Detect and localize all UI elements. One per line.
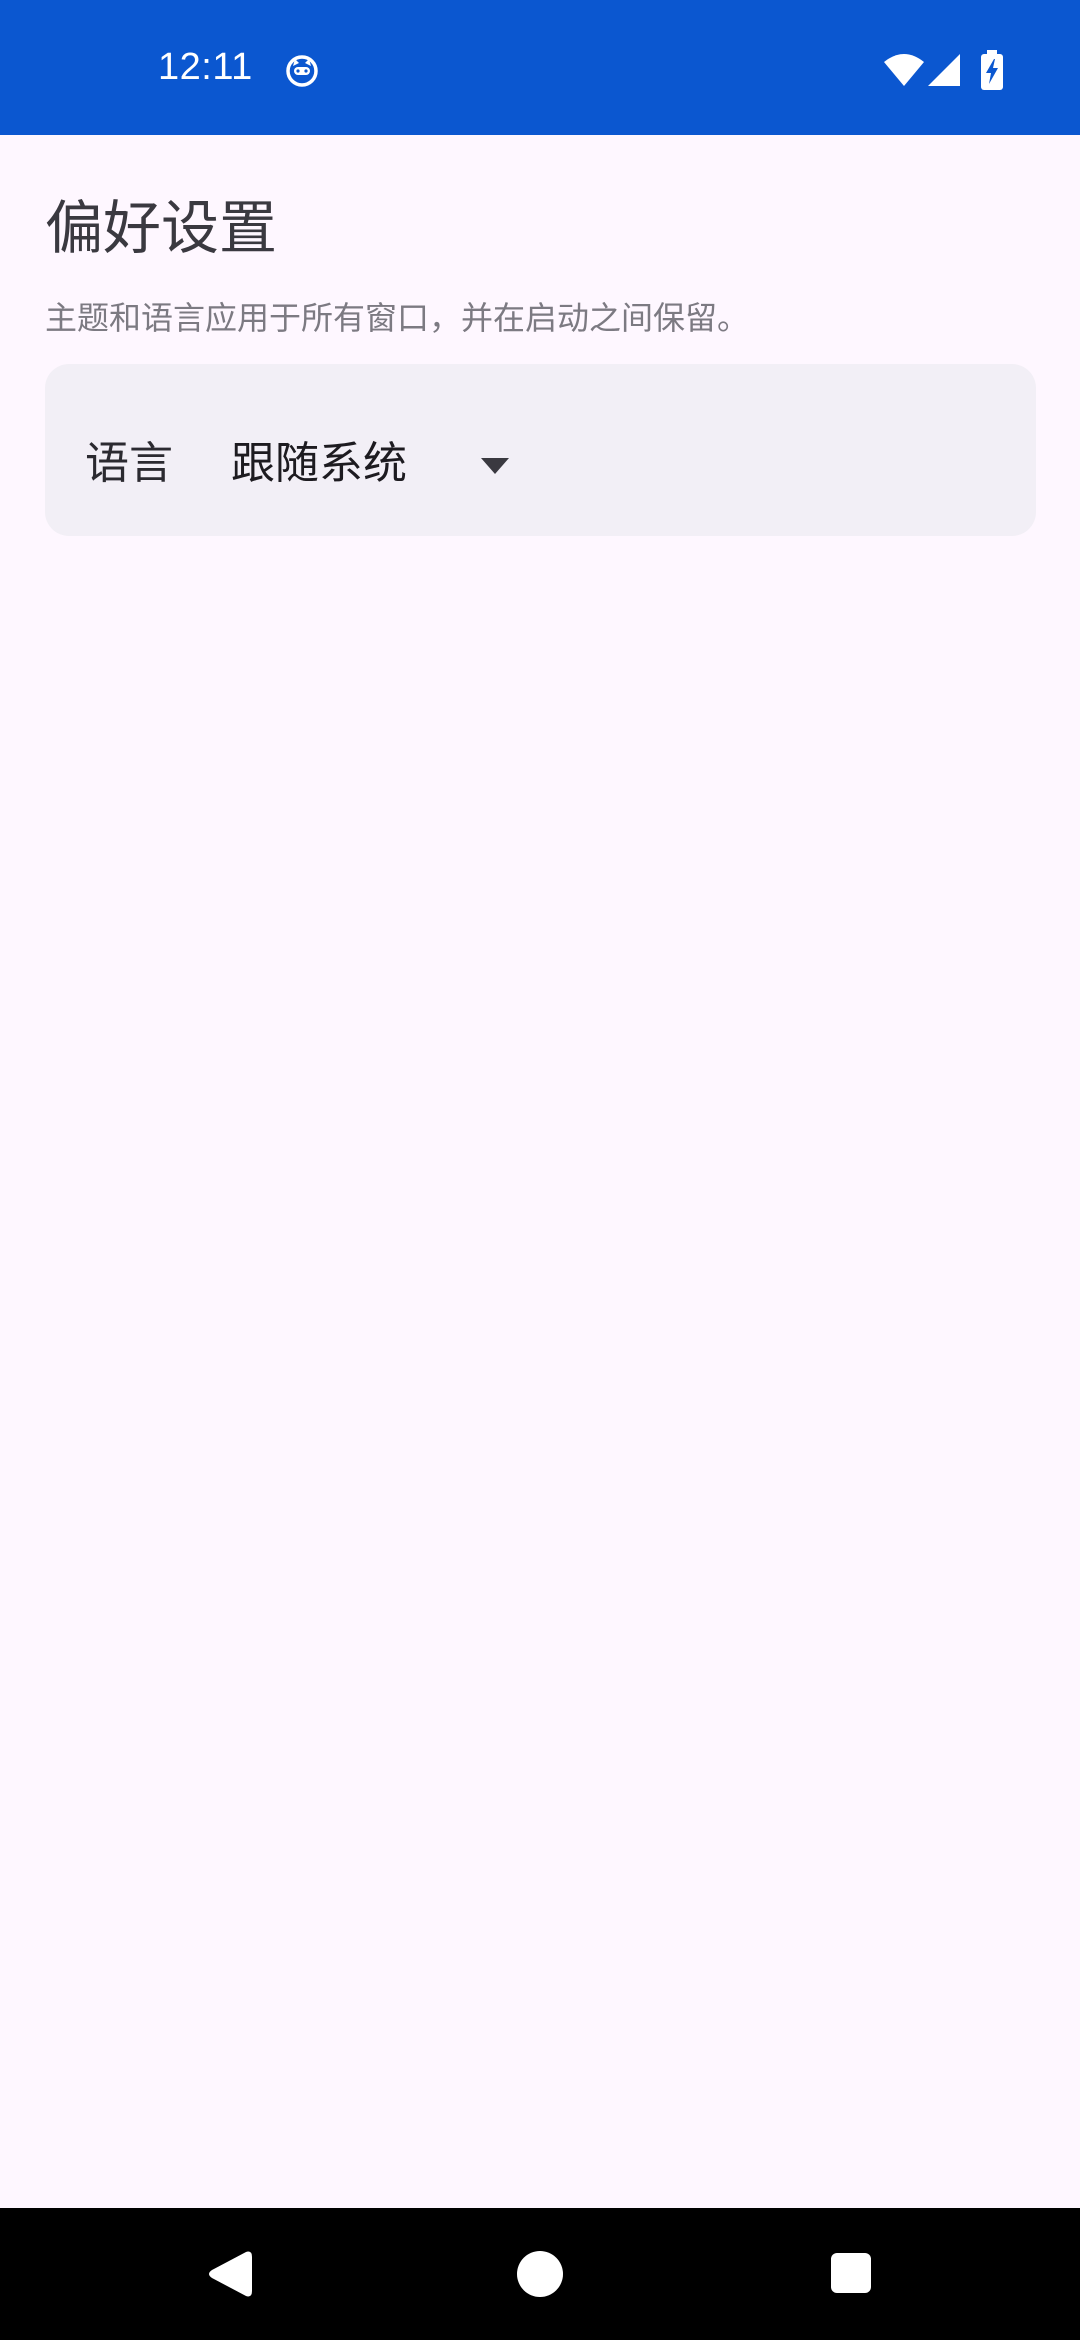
page-title: 偏好设置 (45, 194, 278, 262)
home-icon[interactable] (516, 2250, 564, 2298)
page-subtitle: 主题和语言应用于所有窗口，并在启动之间保留。 (45, 299, 750, 337)
cell-signal-icon (928, 54, 960, 86)
language-setting-card: 语言 跟随系统 (45, 364, 1036, 536)
recents-icon[interactable] (830, 2252, 872, 2294)
language-selected-value: 跟随系统 (231, 438, 407, 489)
app-notification-icon (286, 55, 318, 87)
status-time: 12:11 (158, 46, 253, 88)
language-dropdown[interactable]: 跟随系统 (231, 420, 571, 504)
back-icon[interactable] (206, 2248, 252, 2300)
preferences-screen: 12:11 偏好设置 主题和语言应用于所有窗口，并在启动之间保留。 语言 跟随系… (0, 0, 1080, 2340)
language-label: 语言 (85, 438, 173, 489)
battery-charging-icon (981, 50, 1003, 90)
wifi-icon (884, 54, 924, 86)
status-bar: 12:11 (0, 0, 1080, 135)
navigation-bar (0, 2208, 1080, 2340)
dropdown-arrow-icon (481, 458, 509, 474)
